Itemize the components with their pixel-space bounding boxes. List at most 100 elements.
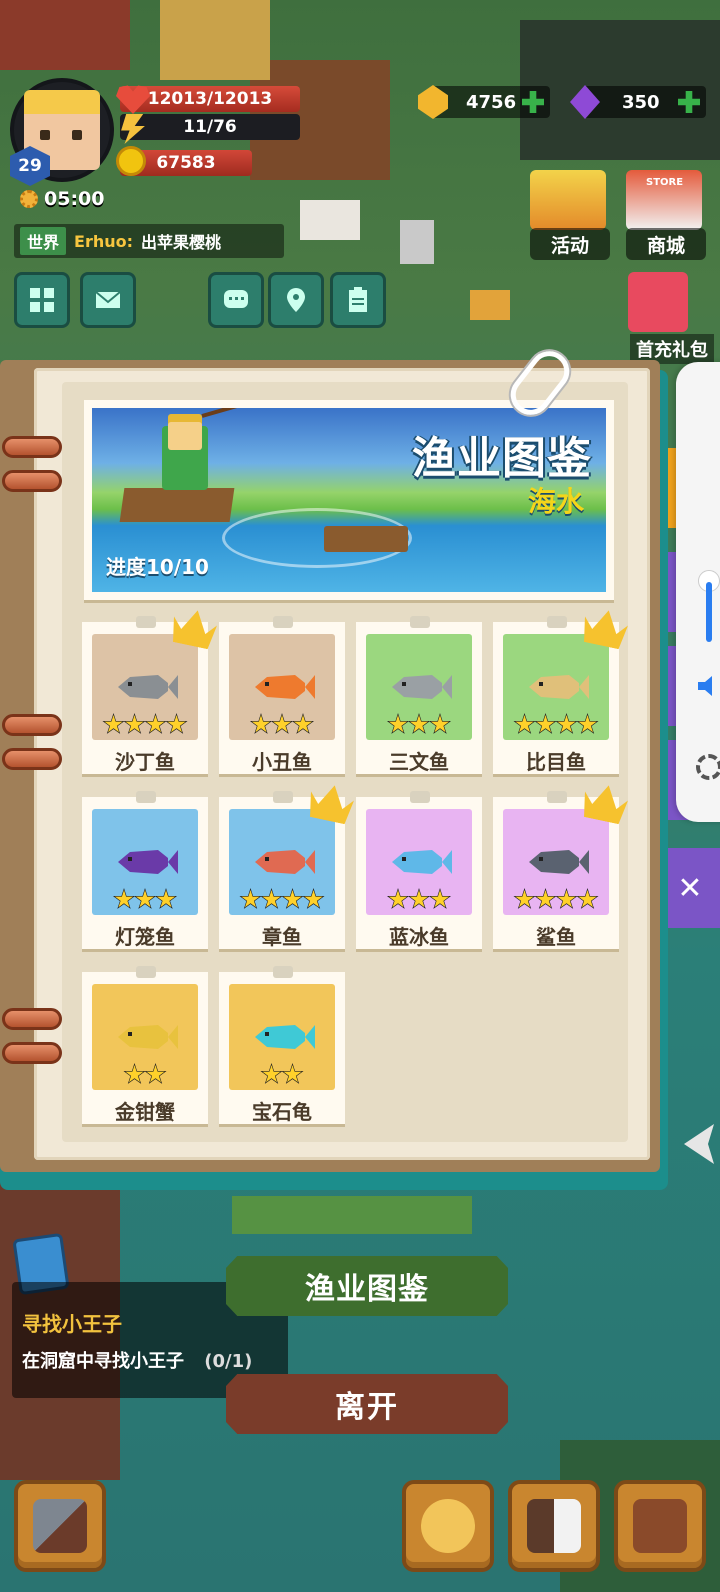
map-button[interactable]	[268, 272, 324, 328]
star-icon	[513, 713, 536, 734]
fish-card[interactable]: 三文鱼	[356, 616, 482, 774]
encyclopedia-progress: 进度10/10	[106, 555, 209, 579]
fish-name: 三文鱼	[389, 750, 449, 774]
gem-purple-value: 350	[622, 91, 660, 113]
encyclopedia-subtitle: 海水	[527, 485, 584, 518]
leave-button[interactable]: 离开	[226, 1374, 508, 1434]
star-icon	[281, 1063, 304, 1084]
fish-portrait	[366, 809, 472, 915]
map-grid-button[interactable]	[14, 272, 70, 328]
quest-board-button[interactable]	[330, 272, 386, 328]
fish-name: 蓝冰鱼	[389, 925, 449, 949]
partially-hidden-button	[232, 1196, 472, 1234]
rarity-stars	[229, 1063, 335, 1086]
backpack-button[interactable]	[614, 1480, 706, 1572]
star-icon	[555, 888, 578, 909]
star-icon	[144, 713, 167, 734]
system-volume-panel	[676, 362, 720, 822]
gear-icon[interactable]	[696, 754, 720, 780]
fish-card[interactable]: 蓝冰鱼	[356, 791, 482, 949]
fish-portrait	[229, 634, 335, 740]
fishing-scene-image: 渔业图鉴 海水 进度10/10	[92, 408, 606, 592]
rarity-stars	[366, 713, 472, 736]
fish-icon	[529, 675, 589, 699]
fish-card[interactable]: 灯笼鱼	[82, 791, 208, 949]
add-purple-gem-button[interactable]	[678, 91, 700, 113]
fish-card[interactable]: 宝石龟	[219, 966, 345, 1124]
star-icon	[144, 1063, 167, 1084]
timer: 05:00	[20, 188, 104, 210]
volume-slider-track[interactable]	[706, 582, 712, 642]
fish-portrait	[92, 984, 198, 1090]
star-icon	[555, 713, 578, 734]
gem-yellow-value: 4756	[466, 91, 517, 113]
fish-icon	[529, 850, 589, 874]
card-pin	[410, 616, 430, 628]
rarity-stars	[503, 713, 609, 736]
hammer-icon	[33, 1499, 87, 1553]
mail-button[interactable]	[80, 272, 136, 328]
card-pin	[136, 966, 156, 978]
dock	[119, 488, 235, 522]
star-icon	[513, 888, 536, 909]
fish-name: 灯笼鱼	[115, 925, 175, 949]
fish-portrait	[366, 634, 472, 740]
fish-icon	[255, 850, 315, 874]
map-pin-icon	[287, 288, 305, 312]
build-hammer-button[interactable]	[14, 1480, 106, 1572]
star-icon	[123, 1063, 146, 1084]
chat-button[interactable]	[208, 272, 264, 328]
fish-icon	[255, 675, 315, 699]
character-button[interactable]	[402, 1480, 494, 1572]
fish-card[interactable]: 金钳蟹	[82, 966, 208, 1124]
star-icon	[428, 713, 452, 734]
floating-log	[324, 526, 408, 552]
activity-icon[interactable]	[530, 170, 606, 230]
star-icon	[291, 713, 315, 734]
fish-icon	[118, 850, 178, 874]
golden-statue	[160, 0, 270, 80]
add-yellow-gem-button[interactable]	[522, 91, 544, 113]
fishing-rod	[201, 408, 309, 418]
fish-name: 小丑鱼	[252, 750, 312, 774]
encyclopedia-title: 渔业图鉴	[412, 433, 592, 484]
gift-box-icon[interactable]	[628, 272, 688, 332]
star-icon	[386, 713, 410, 734]
gem-yellow-counter: 4756	[418, 85, 550, 119]
encyclopedia-button[interactable]: 渔业图鉴	[226, 1256, 508, 1316]
fish-card[interactable]: 小丑鱼	[219, 616, 345, 774]
rarity-stars	[92, 1063, 198, 1086]
rarity-stars	[92, 713, 198, 736]
card-pin	[547, 791, 567, 803]
star-icon	[165, 713, 188, 734]
fish-card[interactable]: 比目鱼	[493, 622, 619, 774]
fish-portrait	[503, 809, 609, 915]
bird	[470, 290, 510, 320]
sun-icon	[20, 190, 38, 208]
fish-card[interactable]: 鲨鱼	[493, 797, 619, 949]
star-icon	[102, 713, 125, 734]
fish-encyclopedia-book: 渔业图鉴 海水 进度10/10 沙丁鱼 小丑鱼 三文鱼 比目鱼灯笼鱼 章鱼 蓝冰鱼 鲨鱼金钳…	[0, 343, 668, 1190]
world-chat[interactable]: 世界 Erhuo: 出苹果樱桃	[14, 224, 284, 258]
star-icon	[407, 713, 431, 734]
store-button[interactable]: 商城	[626, 228, 706, 260]
fish-card[interactable]: 沙丁鱼	[82, 622, 208, 774]
fish-portrait	[503, 634, 609, 740]
goat	[400, 220, 434, 264]
speaker-icon[interactable]	[698, 676, 712, 696]
backpack-icon	[633, 1499, 687, 1553]
star-icon	[534, 888, 557, 909]
pets-button[interactable]	[508, 1480, 600, 1572]
card-pin	[273, 616, 293, 628]
fish-name: 沙丁鱼	[115, 750, 175, 774]
binder-ring	[2, 748, 62, 770]
tools-tab[interactable]: ✕	[660, 848, 720, 928]
chat-channel: 世界	[20, 227, 67, 255]
chat-message: 出苹果樱桃	[141, 233, 222, 252]
pets-icon	[527, 1499, 581, 1553]
fish-card[interactable]: 章鱼	[219, 797, 345, 949]
fish-portrait	[229, 809, 335, 915]
activity-button[interactable]: 活动	[530, 228, 610, 260]
fish-name: 比目鱼	[526, 750, 586, 774]
coin-icon	[116, 146, 146, 176]
